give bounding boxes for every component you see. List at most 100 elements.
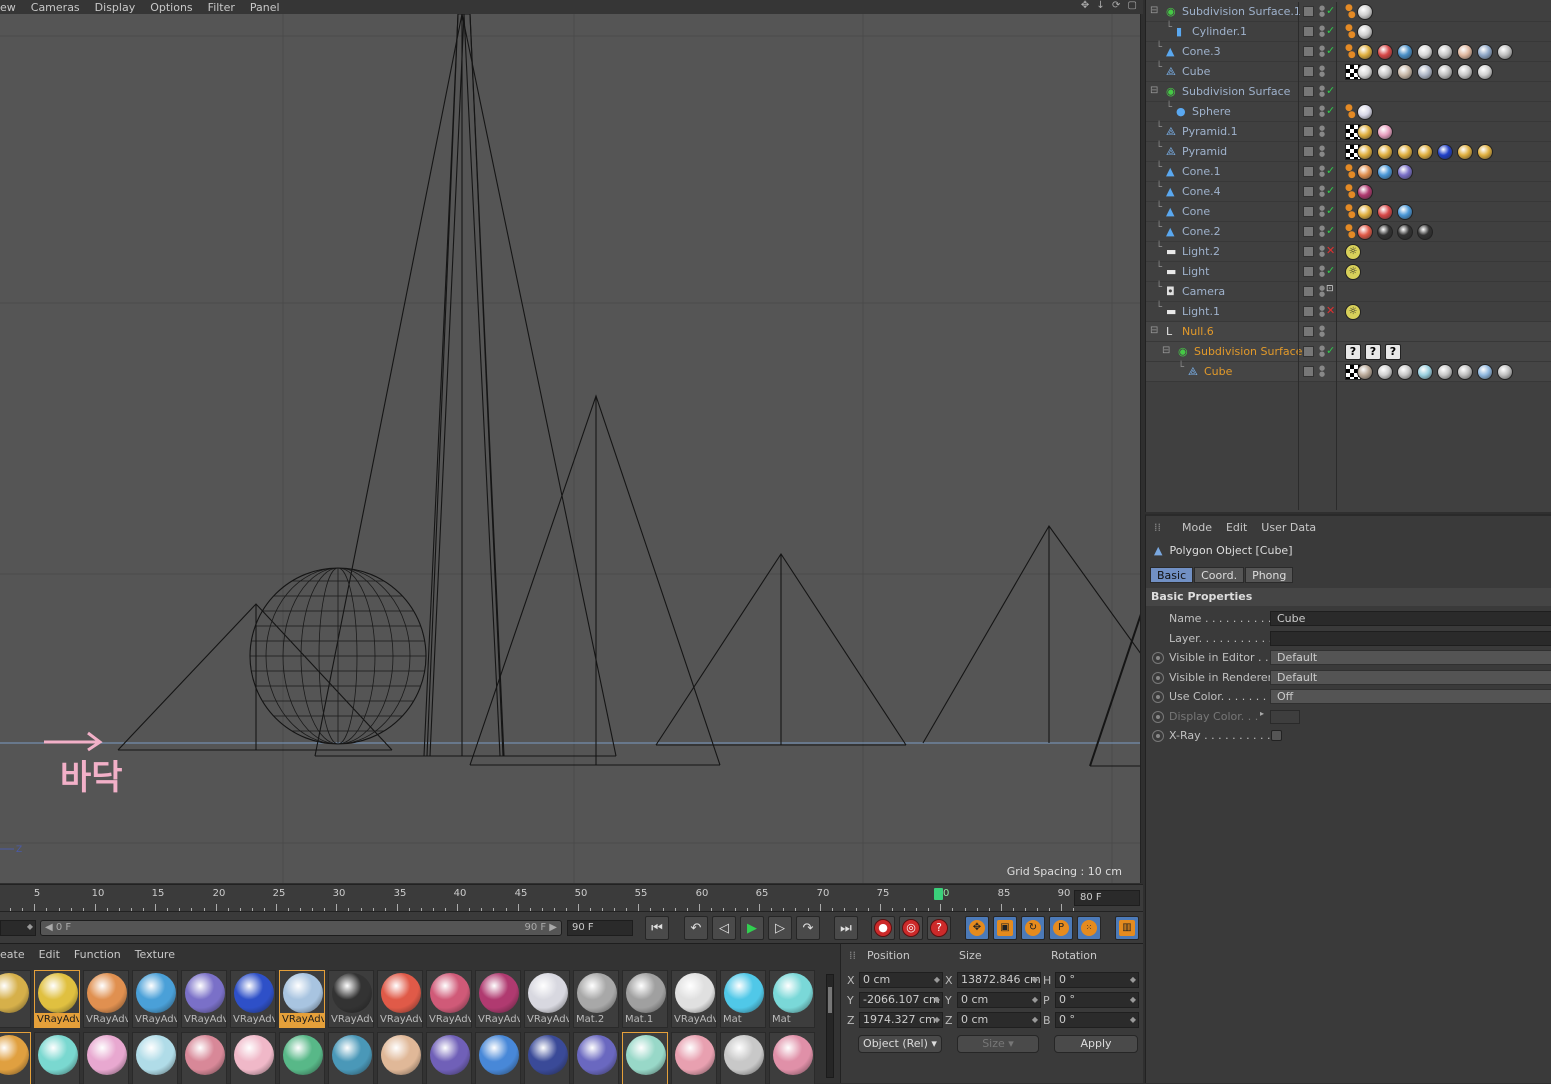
material-tag-icon[interactable] [1477,144,1493,160]
layer-box[interactable] [1303,66,1314,77]
menu-edit[interactable]: Edit [39,948,60,964]
material-tag-icon[interactable] [1437,64,1453,80]
material-tag-icon[interactable] [1357,64,1373,80]
material-swatch[interactable] [622,1032,668,1084]
play-button[interactable]: ▶ [740,916,764,940]
material-tag-icon[interactable] [1377,364,1393,380]
enabled-check-icon[interactable]: ✓ [1326,84,1335,97]
material-swatch[interactable]: VRayAdv [377,970,423,1028]
material-swatch[interactable]: VRayAdv [83,970,129,1028]
object-name[interactable]: Light.2 [1182,242,1220,262]
enabled-check-icon[interactable]: ✓ [1326,24,1335,37]
material-tag-icon[interactable] [1397,364,1413,380]
material-tag-icon[interactable] [1357,104,1373,120]
layer-box[interactable] [1303,46,1314,57]
object-row[interactable]: └ ▲ Cone.3 ● ● ✓ ● ● [1146,42,1551,62]
go-to-next-key-button[interactable]: ↷ [796,916,820,940]
material-tag-icon[interactable] [1477,64,1493,80]
tree-collapse-icon[interactable]: ⊟ [1162,345,1170,356]
material-tag-icon[interactable] [1357,364,1373,380]
material-tag-icon[interactable] [1377,64,1393,80]
object-row[interactable]: └ ⟁ Pyramid.1 ● ● [1146,122,1551,142]
material-swatch[interactable] [524,1032,570,1084]
tab-phong[interactable]: Phong [1245,567,1294,583]
visibility-dots[interactable]: ● ● [1319,165,1325,178]
menu-texture[interactable]: Texture [135,948,175,964]
material-swatch[interactable] [132,1032,178,1084]
position-field[interactable]: -2066.107 cm ◆ [859,992,943,1008]
position-field[interactable]: 1974.327 cm ◆ [859,1012,943,1028]
record-parameter-button[interactable]: P [1049,916,1073,940]
material-tag-icon[interactable] [1357,44,1373,60]
material-tag-icon[interactable] [1417,364,1433,380]
object-row[interactable]: └ ⟁ Pyramid ● ● [1146,142,1551,162]
tab-coord[interactable]: Coord. [1194,567,1245,583]
go-to-start-button[interactable]: ⏮ [645,916,669,940]
layer-box[interactable] [1303,346,1314,357]
material-tag-icon[interactable] [1397,144,1413,160]
material-swatch[interactable]: VRayAdv [524,970,570,1028]
material-scrollbar[interactable] [826,974,834,1078]
object-name[interactable]: Subdivision Surface.1 [1182,2,1301,22]
material-swatch[interactable] [671,1032,717,1084]
phong-tag-icon[interactable]: ● ● [1345,164,1356,180]
material-tag-icon[interactable] [1357,164,1373,180]
animate-radio[interactable] [1152,671,1164,684]
phong-tag-icon[interactable]: ● ● [1345,44,1356,60]
enabled-check-icon[interactable]: ✓ [1326,224,1335,237]
rotation-field[interactable]: 0 ° ◆ [1055,972,1139,988]
material-tag-icon[interactable] [1477,44,1493,60]
material-swatch[interactable] [83,1032,129,1084]
menu-filter[interactable]: Filter [208,1,235,14]
phong-tag-icon[interactable]: ● ● [1345,184,1356,200]
tree-collapse-icon[interactable]: ⊟ [1150,325,1158,336]
viewport-nav-icons[interactable]: ✥ ↓ ⟳ ▢ [1081,0,1139,11]
record-keys-button[interactable]: ● [871,916,895,940]
material-tag-icon[interactable] [1357,124,1373,140]
playhead[interactable] [934,888,943,900]
object-row[interactable]: └ ▬ Light.2 ● ● ✕ ☼ [1146,242,1551,262]
light-tag-icon[interactable]: ☼ [1345,304,1361,320]
layer-box[interactable] [1303,206,1314,217]
object-name[interactable]: Cube [1204,362,1232,382]
material-swatch[interactable] [0,970,31,1028]
menu-mode[interactable]: Mode [1182,521,1212,534]
material-swatch[interactable]: VRayAdv [475,970,521,1028]
animate-radio[interactable] [1152,730,1164,742]
object-name[interactable]: Light.1 [1182,302,1220,322]
enabled-check-icon[interactable]: ✓ [1326,204,1335,217]
phong-tag-icon[interactable]: ● ● [1345,224,1356,240]
visibility-dots[interactable]: ● ● [1319,65,1325,78]
material-tag-icon[interactable] [1397,64,1413,80]
object-name[interactable]: Pyramid.1 [1182,122,1238,142]
material-swatch[interactable] [426,1032,472,1084]
rotation-field[interactable]: 0 ° ◆ [1055,1012,1139,1028]
object-row[interactable]: ⊟ ◉ Subdivision Surface ● ● ✓ [1146,82,1551,102]
material-tag-icon[interactable] [1357,184,1373,200]
object-row[interactable]: └ ▬ Light ● ● ✓ ☼ [1146,262,1551,282]
material-tag-icon[interactable] [1397,204,1413,220]
size-mode-dropdown[interactable]: Size ▾ [957,1035,1039,1053]
menu-cameras[interactable]: Cameras [31,1,80,14]
layer-box[interactable] [1303,26,1314,37]
animate-radio[interactable] [1152,652,1164,664]
material-tag-icon[interactable] [1377,144,1393,160]
visibility-dots[interactable]: ● ● [1319,325,1325,338]
layer-box[interactable] [1303,186,1314,197]
object-name[interactable]: Cone.2 [1182,222,1221,242]
next-frame-button[interactable]: ▷ [768,916,792,940]
material-swatch[interactable]: Mat [769,970,815,1028]
visibility-dots[interactable]: ● ● [1319,25,1325,38]
object-row[interactable]: └ ▲ Cone.1 ● ● ✓ ● ● [1146,162,1551,182]
enabled-check-icon[interactable]: ✓ [1326,164,1335,177]
material-swatch[interactable]: Mat [720,970,766,1028]
phong-tag-icon[interactable]: ● ● [1345,104,1356,120]
menu-options[interactable]: Options [150,1,192,14]
object-row[interactable]: └ ▲ Cone.4 ● ● ✓ ● ● [1146,182,1551,202]
menu-function[interactable]: Function [74,948,121,964]
material-swatch[interactable] [573,1032,619,1084]
unknown-tag-icon[interactable]: ? [1345,344,1361,360]
object-row[interactable]: └⟁ Cube ●● ● ● [1146,62,1551,82]
menu-panel[interactable]: Panel [250,1,280,14]
disabled-x-icon[interactable]: ✕ [1326,304,1335,317]
